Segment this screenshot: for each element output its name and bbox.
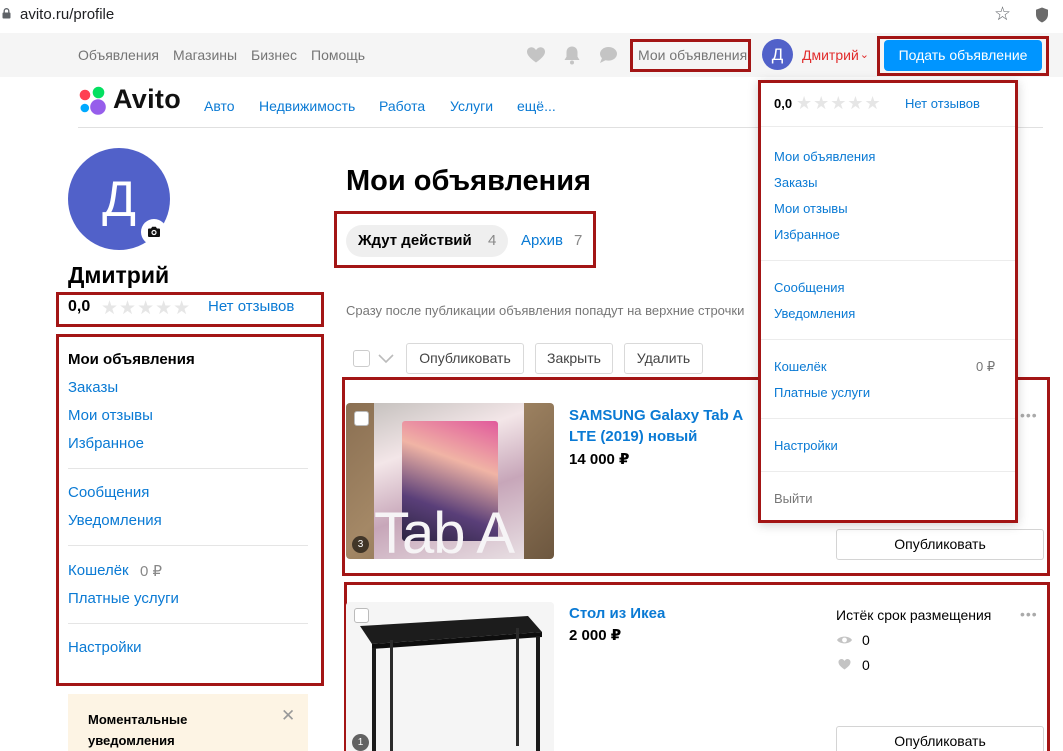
url-text[interactable]: avito.ru/profile [20, 6, 114, 23]
dropdown-divider [761, 126, 1015, 127]
dropdown-item-messages[interactable]: Сообщения [774, 280, 845, 295]
listing-checkbox[interactable] [354, 411, 369, 426]
lock-icon [2, 8, 11, 19]
tab-awaiting-count: 4 [488, 232, 497, 249]
dropdown-item-wallet[interactable]: Кошелёк [774, 359, 827, 374]
close-icon[interactable]: ✕ [281, 706, 295, 726]
sidebar-item-paid-services[interactable]: Платные услуги [68, 590, 179, 607]
avito-logo-icon [79, 86, 106, 115]
logo-text[interactable]: Avito [113, 84, 181, 115]
dropdown-item-settings[interactable]: Настройки [774, 438, 838, 453]
sidebar-item-orders[interactable]: Заказы [68, 379, 118, 396]
publish-button[interactable]: Опубликовать [836, 726, 1044, 751]
listing-title-line-1[interactable]: SAMSUNG Galaxy Tab A [569, 405, 743, 426]
dropdown-divider [761, 260, 1015, 261]
profile-name: Дмитрий [68, 262, 170, 288]
listing-title[interactable]: Стол из Икеа [569, 603, 665, 624]
user-menu-toggle[interactable]: Дмитрий⌄ [802, 47, 869, 63]
sidebar-item-favorites[interactable]: Избранное [68, 435, 144, 452]
dropdown-item-logout[interactable]: Выйти [774, 491, 813, 506]
rating-value: 0,0 [68, 298, 91, 315]
nav-services[interactable]: Услуги [450, 98, 493, 114]
photo-count-badge: 1 [352, 734, 369, 751]
tab-archive[interactable]: Архив [521, 232, 563, 249]
listing-title-line-2[interactable]: LTE (2019) новый [569, 426, 697, 447]
tab-archive-count: 7 [574, 232, 583, 249]
star-icon[interactable]: ☆ [994, 3, 1011, 26]
top-link-business[interactable]: Бизнес [251, 47, 297, 63]
dropdown-item-orders[interactable]: Заказы [774, 175, 817, 190]
profile-dropdown-menu [758, 80, 1018, 523]
sidebar-item-notifications[interactable]: Уведомления [68, 512, 162, 529]
chevron-down-icon: ⌄ [859, 49, 869, 61]
listing-price: 14 000 ₽ [569, 451, 630, 468]
heart-icon[interactable] [525, 44, 547, 66]
dropdown-item-my-ads[interactable]: Мои объявления [774, 149, 875, 164]
dropdown-item-paid-services[interactable]: Платные услуги [774, 385, 870, 400]
favorites-count: 0 [862, 657, 870, 673]
top-link-shops[interactable]: Магазины [173, 47, 237, 63]
dropdown-rating-value: 0,0 [774, 96, 793, 111]
bulk-publish-button[interactable]: Опубликовать [406, 343, 524, 374]
browser-url-bar [0, 0, 1063, 30]
table-photo [346, 602, 554, 751]
no-reviews-link[interactable]: Нет отзывов [208, 298, 294, 315]
user-avatar[interactable]: Д [762, 39, 793, 70]
dropdown-item-favorites[interactable]: Избранное [774, 227, 840, 242]
sidebar-item-my-ads[interactable]: Мои объявления [68, 351, 195, 368]
sidebar-item-reviews[interactable]: Мои отзывы [68, 407, 153, 424]
sidebar-divider [68, 623, 308, 624]
camera-icon [148, 226, 160, 237]
sidebar-divider [68, 468, 308, 469]
heart-icon [838, 659, 851, 670]
chevron-down-icon[interactable] [377, 351, 395, 365]
post-ad-button[interactable]: Подать объявление [884, 40, 1042, 71]
shield-icon[interactable] [1035, 7, 1049, 23]
dropdown-item-reviews[interactable]: Мои отзывы [774, 201, 848, 216]
sidebar-item-settings[interactable]: Настройки [68, 639, 142, 656]
sidebar-item-wallet[interactable]: Кошелёк [68, 562, 129, 579]
dropdown-divider [761, 471, 1015, 472]
views-count: 0 [862, 632, 870, 648]
nav-more[interactable]: ещё... [517, 98, 556, 114]
tab-awaiting-label[interactable]: Ждут действий [358, 232, 472, 249]
listing-photo-text: Tab A [374, 501, 515, 560]
dropdown-rating-stars: ★★★★★ [796, 93, 882, 113]
chat-icon[interactable] [597, 44, 619, 66]
dropdown-wallet-balance: 0 ₽ [976, 359, 996, 374]
banner-title: Моментальные уведомления [88, 712, 188, 748]
more-options-icon[interactable]: ••• [1020, 407, 1038, 423]
info-text: Сразу после публикации объявления попаду… [346, 303, 745, 318]
top-link-ads[interactable]: Объявления [78, 47, 159, 63]
sidebar-item-messages[interactable]: Сообщения [68, 484, 149, 501]
bell-icon[interactable] [561, 44, 583, 66]
photo-count-badge: 3 [352, 536, 369, 553]
top-link-my-ads[interactable]: Мои объявления [638, 47, 747, 63]
listing-status: Истёк срок размещения [836, 607, 992, 623]
eye-icon [837, 636, 852, 644]
nav-realty[interactable]: Недвижимость [259, 98, 355, 114]
wallet-balance: 0 ₽ [140, 563, 163, 580]
dropdown-no-reviews-link[interactable]: Нет отзывов [905, 96, 980, 111]
bulk-close-button[interactable]: Закрыть [535, 343, 613, 374]
listing-photo[interactable]: 1 [346, 602, 554, 751]
dropdown-item-notifications[interactable]: Уведомления [774, 306, 855, 321]
listing-checkbox[interactable] [354, 608, 369, 623]
username: Дмитрий [802, 47, 859, 63]
top-link-help[interactable]: Помощь [311, 47, 365, 63]
dropdown-divider [761, 418, 1015, 419]
bulk-delete-button[interactable]: Удалить [624, 343, 703, 374]
rating-stars: ★★★★★ [101, 298, 192, 319]
sidebar-divider [68, 545, 308, 546]
nav-jobs[interactable]: Работа [379, 98, 425, 114]
nav-cars[interactable]: Авто [204, 98, 235, 114]
more-options-icon[interactable]: ••• [1020, 606, 1038, 622]
page-title: Мои объявления [346, 165, 591, 197]
change-photo-button[interactable] [141, 219, 167, 245]
select-all-checkbox[interactable] [353, 350, 370, 367]
dropdown-divider [761, 339, 1015, 340]
listing-photo[interactable]: Tab A 3 [346, 403, 554, 559]
publish-button[interactable]: Опубликовать [836, 529, 1044, 560]
listing-price: 2 000 ₽ [569, 627, 622, 644]
